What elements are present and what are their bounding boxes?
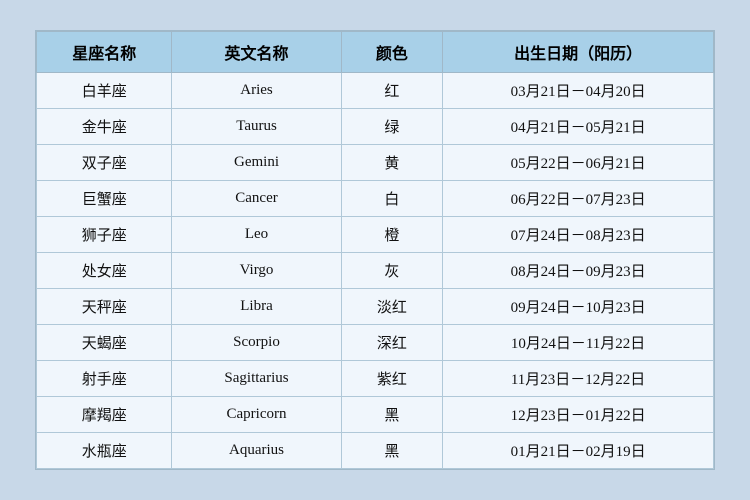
table-row: 狮子座Leo橙07月24日－08月23日: [37, 217, 714, 253]
cell-english-name: Aries: [172, 73, 341, 109]
cell-chinese-name: 天蝎座: [37, 325, 172, 361]
cell-color: 灰: [341, 253, 443, 289]
cell-birth-date: 08月24日－09月23日: [443, 253, 714, 289]
cell-color: 黄: [341, 145, 443, 181]
cell-chinese-name: 巨蟹座: [37, 181, 172, 217]
zodiac-table-container: 星座名称 英文名称 颜色 出生日期（阳历） 白羊座Aries红03月21日－04…: [35, 30, 715, 470]
cell-english-name: Leo: [172, 217, 341, 253]
table-row: 巨蟹座Cancer白06月22日－07月23日: [37, 181, 714, 217]
cell-chinese-name: 白羊座: [37, 73, 172, 109]
cell-color: 红: [341, 73, 443, 109]
cell-english-name: Taurus: [172, 109, 341, 145]
cell-color: 绿: [341, 109, 443, 145]
cell-english-name: Libra: [172, 289, 341, 325]
cell-birth-date: 01月21日－02月19日: [443, 433, 714, 469]
cell-english-name: Aquarius: [172, 433, 341, 469]
cell-color: 黑: [341, 433, 443, 469]
cell-color: 淡红: [341, 289, 443, 325]
cell-color: 白: [341, 181, 443, 217]
table-row: 天蝎座Scorpio深红10月24日－11月22日: [37, 325, 714, 361]
cell-english-name: Scorpio: [172, 325, 341, 361]
cell-chinese-name: 金牛座: [37, 109, 172, 145]
cell-english-name: Sagittarius: [172, 361, 341, 397]
cell-birth-date: 10月24日－11月22日: [443, 325, 714, 361]
table-row: 金牛座Taurus绿04月21日－05月21日: [37, 109, 714, 145]
zodiac-table: 星座名称 英文名称 颜色 出生日期（阳历） 白羊座Aries红03月21日－04…: [36, 31, 714, 469]
cell-birth-date: 09月24日－10月23日: [443, 289, 714, 325]
cell-chinese-name: 天秤座: [37, 289, 172, 325]
cell-chinese-name: 双子座: [37, 145, 172, 181]
cell-color: 深红: [341, 325, 443, 361]
cell-english-name: Cancer: [172, 181, 341, 217]
table-row: 水瓶座Aquarius黑01月21日－02月19日: [37, 433, 714, 469]
cell-birth-date: 05月22日－06月21日: [443, 145, 714, 181]
cell-birth-date: 11月23日－12月22日: [443, 361, 714, 397]
cell-birth-date: 04月21日－05月21日: [443, 109, 714, 145]
table-row: 白羊座Aries红03月21日－04月20日: [37, 73, 714, 109]
cell-birth-date: 12月23日－01月22日: [443, 397, 714, 433]
header-english-name: 英文名称: [172, 32, 341, 73]
cell-color: 橙: [341, 217, 443, 253]
cell-chinese-name: 水瓶座: [37, 433, 172, 469]
cell-english-name: Capricorn: [172, 397, 341, 433]
table-row: 摩羯座Capricorn黑12月23日－01月22日: [37, 397, 714, 433]
header-chinese-name: 星座名称: [37, 32, 172, 73]
header-color: 颜色: [341, 32, 443, 73]
cell-chinese-name: 处女座: [37, 253, 172, 289]
cell-birth-date: 07月24日－08月23日: [443, 217, 714, 253]
cell-chinese-name: 射手座: [37, 361, 172, 397]
table-row: 处女座Virgo灰08月24日－09月23日: [37, 253, 714, 289]
table-row: 天秤座Libra淡红09月24日－10月23日: [37, 289, 714, 325]
cell-english-name: Gemini: [172, 145, 341, 181]
cell-chinese-name: 狮子座: [37, 217, 172, 253]
table-body: 白羊座Aries红03月21日－04月20日金牛座Taurus绿04月21日－0…: [37, 73, 714, 469]
cell-english-name: Virgo: [172, 253, 341, 289]
header-birth-date: 出生日期（阳历）: [443, 32, 714, 73]
cell-birth-date: 03月21日－04月20日: [443, 73, 714, 109]
cell-birth-date: 06月22日－07月23日: [443, 181, 714, 217]
cell-chinese-name: 摩羯座: [37, 397, 172, 433]
table-header-row: 星座名称 英文名称 颜色 出生日期（阳历）: [37, 32, 714, 73]
table-row: 双子座Gemini黄05月22日－06月21日: [37, 145, 714, 181]
cell-color: 紫红: [341, 361, 443, 397]
cell-color: 黑: [341, 397, 443, 433]
table-row: 射手座Sagittarius紫红11月23日－12月22日: [37, 361, 714, 397]
